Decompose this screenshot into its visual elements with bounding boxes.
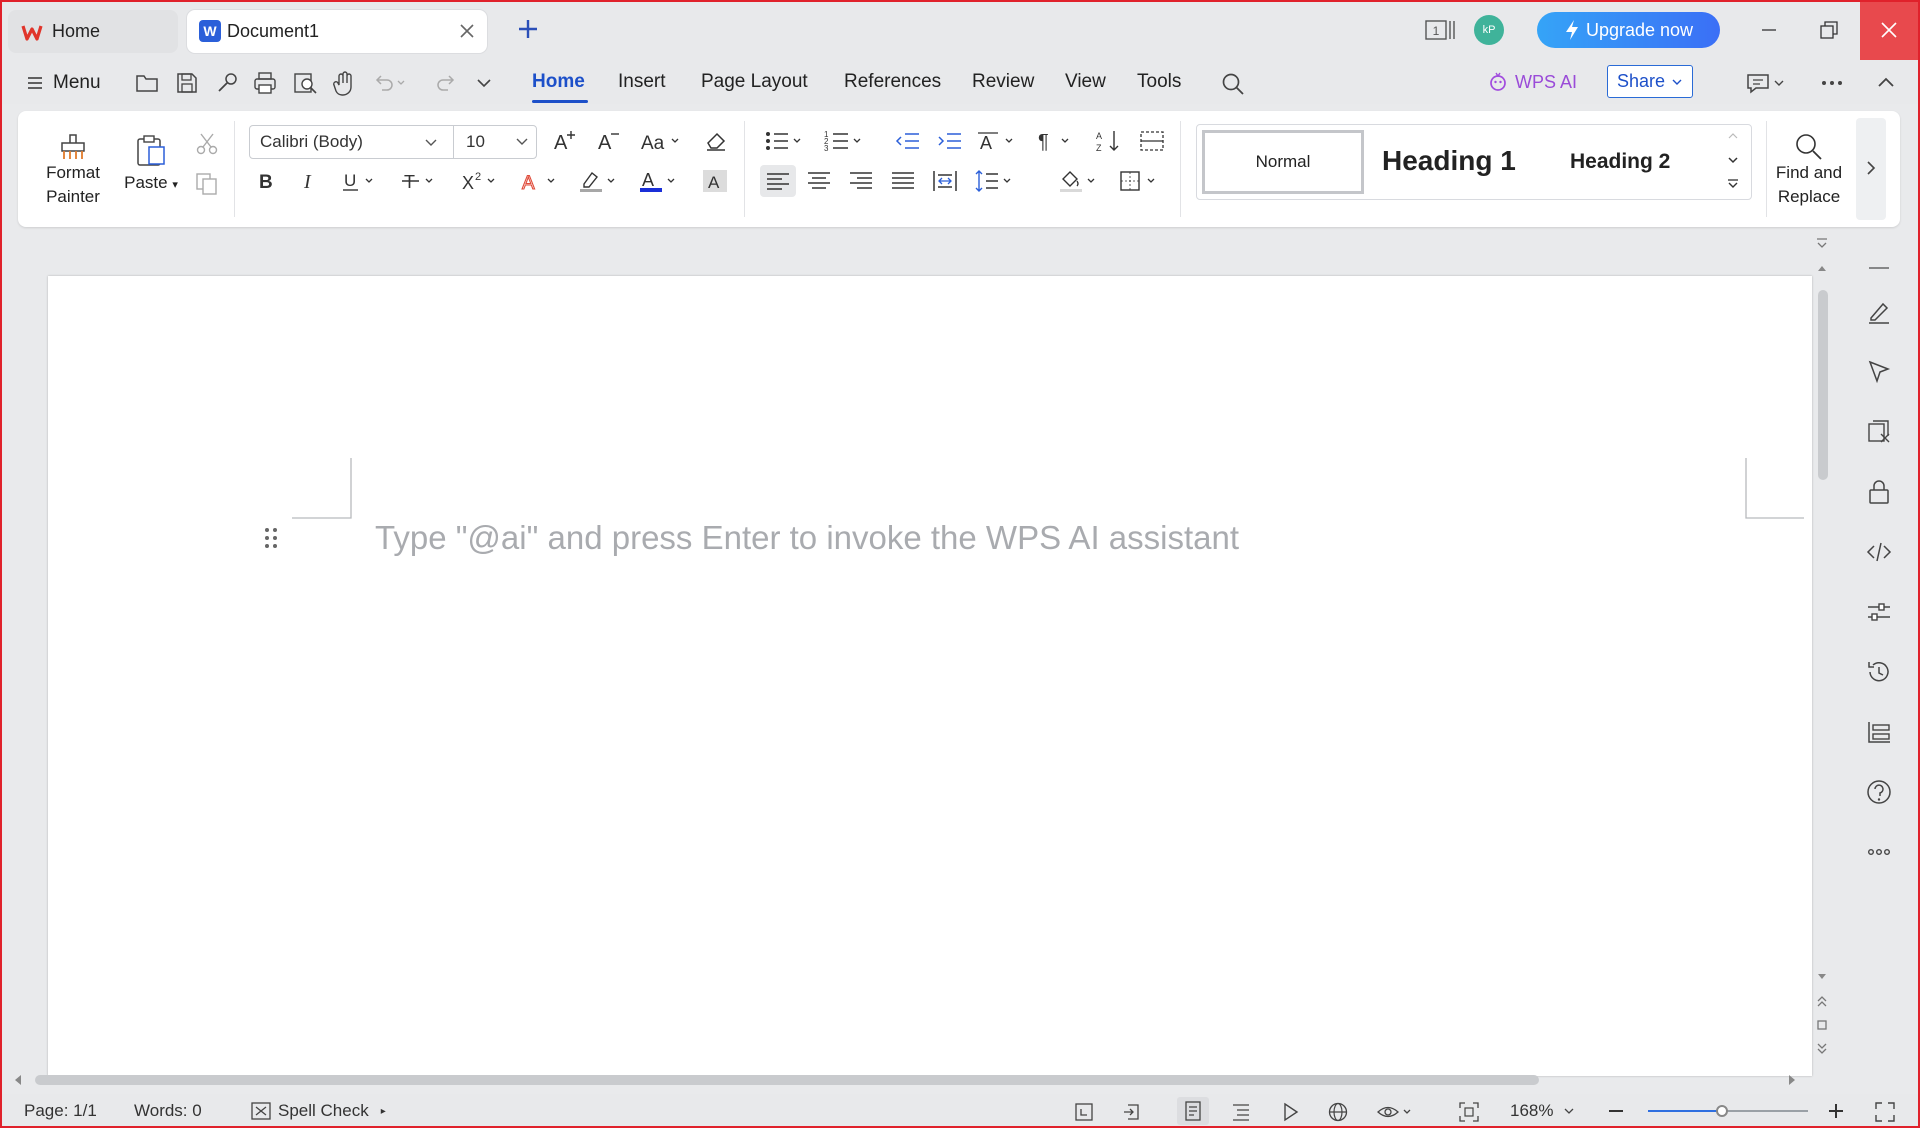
print-layout-icon[interactable] — [1177, 1097, 1209, 1125]
chevron-down-icon — [1563, 1105, 1575, 1117]
zoom-out-icon[interactable] — [1606, 1101, 1626, 1121]
fullscreen-icon[interactable] — [1874, 1101, 1896, 1123]
zoom-level-select[interactable]: 168% — [1510, 1101, 1575, 1121]
clear-document-icon[interactable] — [1865, 418, 1893, 446]
spell-check-label: Spell Check — [278, 1101, 369, 1120]
vertical-scrollbar-thumb[interactable] — [1818, 290, 1828, 480]
page-margin-marks — [292, 458, 1804, 519]
lock-icon[interactable] — [1865, 478, 1893, 506]
split-view-icon[interactable] — [1814, 236, 1830, 252]
more-tools-icon[interactable] — [1865, 838, 1893, 866]
scroll-up-arrow-icon[interactable] — [1816, 263, 1828, 273]
read-mode-icon[interactable] — [1073, 1101, 1095, 1123]
spell-check-icon — [250, 1101, 272, 1121]
history-icon[interactable] — [1865, 658, 1893, 686]
word-count[interactable]: Words: 0 — [134, 1101, 202, 1121]
web-layout-icon[interactable] — [1122, 1101, 1144, 1123]
scroll-right-arrow-icon[interactable] — [1786, 1073, 1798, 1087]
fit-page-icon[interactable] — [1458, 1101, 1480, 1123]
settings-sliders-icon[interactable] — [1865, 598, 1893, 626]
help-icon[interactable] — [1865, 778, 1893, 806]
next-page-icon[interactable] — [1815, 1042, 1829, 1056]
zoom-slider-thumb[interactable] — [1715, 1105, 1728, 1117]
globe-icon[interactable] — [1327, 1101, 1349, 1123]
browse-object-icon[interactable] — [1815, 1018, 1829, 1032]
code-icon[interactable] — [1865, 538, 1893, 566]
outline-view-icon[interactable] — [1230, 1101, 1252, 1123]
pen-edit-icon[interactable] — [1865, 298, 1893, 326]
status-bar: Page: 1/1 Words: 0 Spell Check ▸ 168% — [0, 1094, 1920, 1128]
zoom-in-icon[interactable] — [1826, 1101, 1846, 1121]
scroll-down-arrow-icon[interactable] — [1816, 972, 1828, 982]
eye-protection-icon[interactable] — [1376, 1101, 1416, 1123]
select-cursor-icon[interactable] — [1865, 358, 1893, 386]
play-icon[interactable] — [1279, 1101, 1301, 1123]
scroll-left-arrow-icon[interactable] — [12, 1073, 24, 1087]
drag-handle-icon[interactable] — [263, 526, 279, 550]
zoom-level-value: 168% — [1510, 1101, 1554, 1120]
zoom-slider-fill — [1648, 1110, 1722, 1112]
navigation-pane-icon[interactable] — [1865, 718, 1893, 746]
right-sidebar — [1851, 236, 1911, 1096]
horizontal-scrollbar-thumb[interactable] — [35, 1075, 1539, 1085]
sidebar-collapse-icon[interactable] — [1865, 254, 1893, 282]
zoom-slider[interactable] — [1648, 1105, 1808, 1117]
spell-check-button[interactable]: Spell Check ▸ — [250, 1101, 386, 1121]
chevron-right-icon: ▸ — [380, 1105, 386, 1117]
ai-placeholder-text: Type "@ai" and press Enter to invoke the… — [375, 519, 1240, 556]
previous-page-icon[interactable] — [1815, 994, 1829, 1008]
page-count[interactable]: Page: 1/1 — [24, 1101, 97, 1121]
